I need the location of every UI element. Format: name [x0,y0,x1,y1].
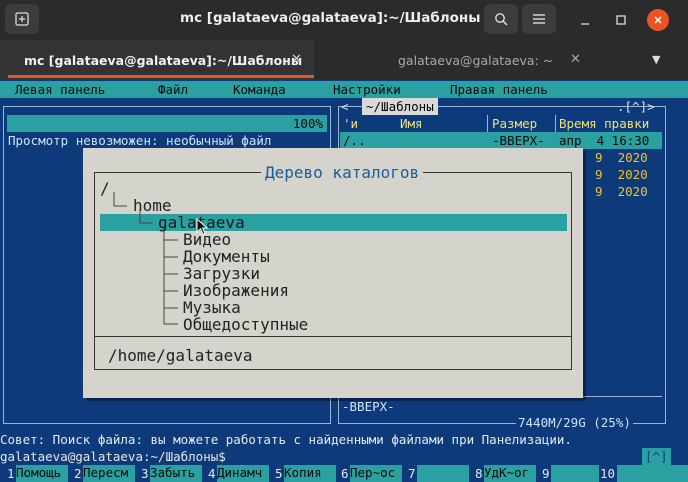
tabs-dropdown-icon[interactable]: ▼ [652,53,660,66]
tree-item-downloads[interactable]: Загрузки [183,265,260,282]
column-header-size[interactable]: Размер [492,115,537,132]
menu-command[interactable]: Команда [233,81,286,98]
minimize-icon [581,23,589,25]
tree-item-documents[interactable]: Документы [183,248,270,265]
right-panel-marker: < [341,99,349,114]
menu-file[interactable]: Файл [158,81,188,98]
tree-item-pictures[interactable]: Изображения [183,282,289,299]
tree-item-root[interactable]: / [100,180,110,197]
tab-home[interactable]: galataeva@galataeva: ~ ✕ [318,40,642,80]
menu-right-panel[interactable]: Правая панель [450,81,548,98]
fkey-number: 3 [141,466,149,481]
maximize-button[interactable] [610,9,632,31]
shell-prompt[interactable]: galataeva@galataeva:~/Шаблоны$ [0,448,226,465]
search-button[interactable] [484,4,518,34]
new-tab-icon [15,12,29,26]
fkey-dynamic[interactable]: Динамч [217,465,269,482]
right-panel-status: -ВВЕРХ- [342,399,395,414]
fkey-help[interactable]: Помощь [16,465,68,482]
right-panel-path: ~/Шаблоны [362,98,438,115]
new-tab-button[interactable] [5,4,39,34]
fkey-10[interactable] [617,465,688,482]
fkey-delete[interactable]: УдК~ог [484,465,536,482]
menu-settings[interactable]: Настройки [333,81,401,98]
tab-mc[interactable]: mc [galataeva@galataeva]:~/Шаблоны ✕ [0,40,314,80]
maximize-icon [616,15,626,25]
tab-close-icon[interactable]: ✕ [570,52,581,67]
mouse-pointer-icon [196,218,208,236]
tab-label: galataeva@galataeva: ~ [398,53,554,68]
close-button[interactable] [647,9,669,31]
history-button[interactable]: [^] [642,448,671,465]
menu-left-panel[interactable]: Левая панель [15,81,105,98]
tree-item-public[interactable]: Общедоступные [183,316,308,333]
file-row-date: апр 4 16:30 [559,133,650,148]
fkey-number: 8 [475,466,483,481]
column-header-date[interactable]: Время правки [559,115,649,132]
fkey-7[interactable] [417,465,469,482]
disk-free-indicator: 7440M/29G (25%) [516,414,633,431]
active-tab-indicator [8,75,314,78]
fkey-number: 5 [275,466,283,481]
fkey-copy[interactable]: Копия [284,465,336,482]
fkey-number: 10 [600,466,616,481]
fkey-number: 6 [341,466,349,481]
tab-close-icon[interactable]: ✕ [291,52,302,67]
fkey-number: 7 [408,466,416,481]
hamburger-menu-button[interactable] [522,4,556,34]
function-key-bar: 1 Помощь 2 Пересм 3 Забыть 4 Динамч 5 Ко… [0,465,688,482]
tree-current-path: /home/galataeva [108,346,253,365]
title-bar: mc [galataeva@galataeva]:~/Шаблоны [0,0,688,40]
hint-line: Совет: Поиск файла: вы можете работать с… [0,432,572,447]
fkey-number: 9 [542,466,550,481]
column-header-name[interactable]: Имя [400,115,423,132]
left-panel-message: Просмотр невозможен: необычный файл [8,133,272,148]
close-icon [654,16,662,24]
file-row-date: 9 2020 [595,184,648,199]
fkey-number: 4 [208,466,216,481]
left-panel-progress: 100% [7,115,327,132]
file-row-date: 9 2020 [595,150,648,165]
tab-bar: mc [galataeva@galataeva]:~/Шаблоны ✕ gal… [0,40,688,80]
directory-tree-dialog[interactable]: Дерево каталогов / home galataeva Видео … [83,148,583,398]
tree-item-home[interactable]: home [133,197,172,214]
fkey-9[interactable] [551,465,599,482]
window-title: mc [galataeva@galataeva]:~/Шаблоны [180,10,481,26]
fkey-number: 2 [74,466,82,481]
fkey-forget[interactable]: Забыть [150,465,202,482]
tab-label: mc [galataeva@galataeva]:~/Шаблоны [24,53,303,68]
fkey-move[interactable]: Пер~ос [350,465,402,482]
column-header-sort[interactable]: 'и [343,115,358,132]
search-icon [495,13,508,26]
fkey-view[interactable]: Пересм [83,465,135,482]
file-row-size: -ВВЕРХ- [492,133,545,148]
mc-menubar: Левая панель Файл Команда Настройки Прав… [0,81,688,98]
right-panel-corner-controls[interactable]: .[^]> [617,98,655,115]
minimize-button[interactable] [574,9,596,31]
fkey-number: 1 [7,466,15,481]
hamburger-icon [533,14,545,24]
tree-item-music[interactable]: Музыка [183,299,241,316]
file-row-name[interactable]: /.. [343,132,366,149]
file-row-date: 9 2020 [595,167,648,182]
